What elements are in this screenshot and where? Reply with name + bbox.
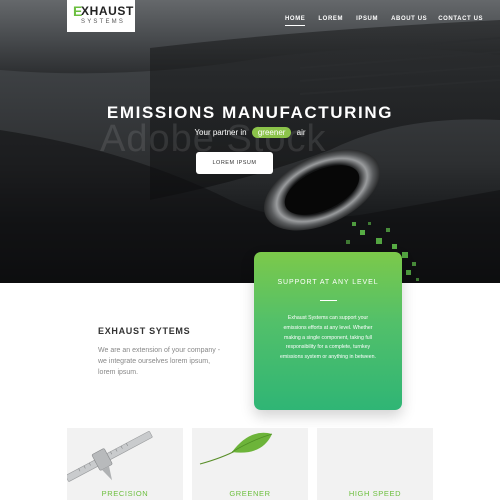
main-nav: HOME LOREM IPSUM ABOUT US CONTACT US — [285, 16, 483, 26]
hero-title: EMISSIONS MANUFACTURING — [106, 103, 394, 122]
feature-label-high-speed: HIGH SPEED — [348, 489, 402, 498]
feature-card-precision[interactable]: PRECISION — [67, 428, 183, 500]
tagline-highlight: greener — [251, 127, 292, 138]
hero-section: Adobe Stock E XHAUST SYSTEMS HOME LOREM … — [0, 0, 500, 283]
feature-label-precision: PRECISION — [101, 489, 149, 498]
logo-subtitle: SYSTEMS — [81, 19, 126, 25]
about-heading: EXHAUST SYTEMS — [98, 326, 191, 336]
tagline-prefix: Your partner in — [194, 128, 247, 137]
leaf-icon — [199, 432, 273, 465]
about-text: We are an extension of your company - we… — [98, 347, 221, 376]
support-title: SUPPORT AT ANY LEVEL — [277, 279, 379, 286]
nav-item-contact-us[interactable]: CONTACT US — [438, 16, 483, 26]
hero-tagline: Your partner in greener air — [0, 127, 500, 138]
logo-word: XHAUST — [81, 4, 134, 18]
hero-cta-button[interactable]: LOREM IPSUM — [196, 152, 273, 174]
feature-card-greener[interactable]: GREENER — [192, 428, 308, 500]
support-text: Exhaust Systems can support your emissio… — [279, 315, 376, 361]
feature-card-high-speed[interactable]: HIGH SPEED — [317, 428, 433, 500]
nav-item-home[interactable]: HOME — [285, 16, 306, 26]
tagline-suffix: air — [296, 128, 306, 137]
support-card: SUPPORT AT ANY LEVEL Exhaust Systems can… — [254, 252, 402, 410]
speed-icon — [317, 428, 433, 488]
nav-item-ipsum[interactable]: IPSUM — [356, 16, 378, 26]
support-divider — [320, 300, 337, 301]
feature-label-greener: GREENER — [229, 489, 271, 498]
logo[interactable]: E XHAUST SYSTEMS — [67, 0, 135, 32]
nav-item-about-us[interactable]: ABOUT US — [391, 16, 427, 26]
caliper-icon — [67, 431, 153, 482]
nav-item-lorem[interactable]: LOREM — [318, 16, 343, 26]
